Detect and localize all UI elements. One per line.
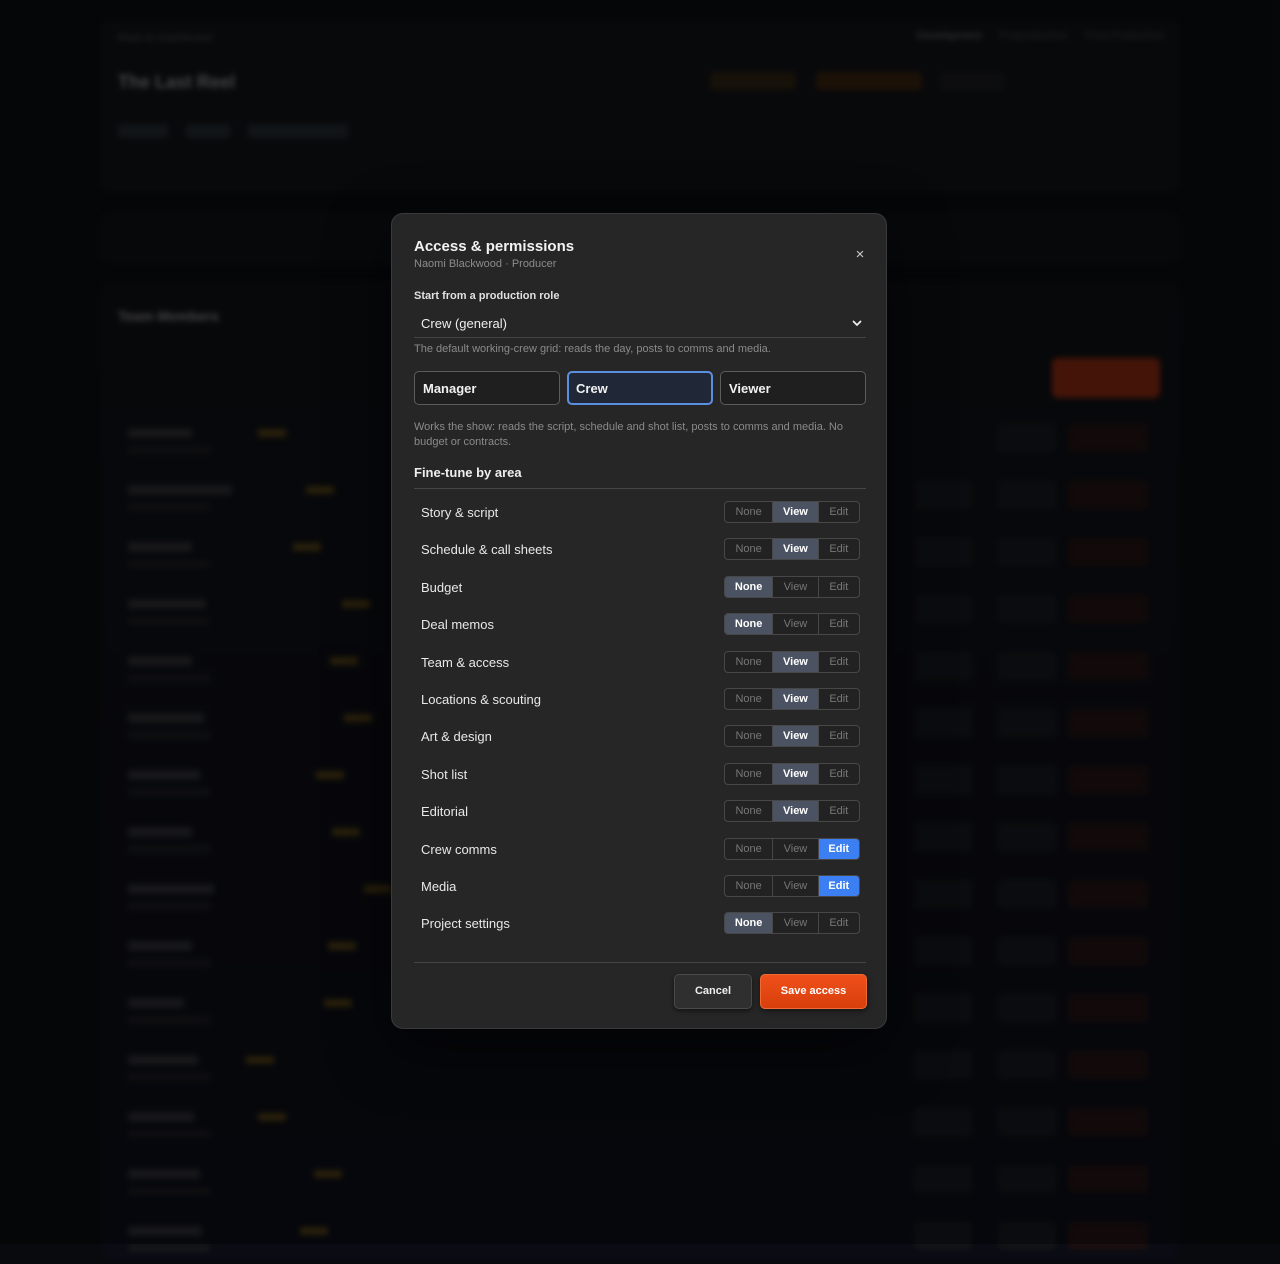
access-level-toggle: None View Edit: [724, 575, 860, 598]
level-option-edit[interactable]: Edit: [819, 652, 859, 672]
role-cards: Manager Crew Viewer: [414, 371, 866, 405]
role-hint: The default working-crew grid: reads the…: [414, 343, 771, 355]
divider: [414, 488, 866, 489]
role-card-viewer[interactable]: Viewer: [720, 371, 866, 405]
permission-row: Team & access None View Edit: [414, 650, 866, 675]
level-option-edit[interactable]: Edit: [819, 539, 859, 559]
access-level-toggle: None View Edit: [724, 538, 860, 561]
role-select[interactable]: Crew (general): [414, 310, 866, 338]
divider: [414, 962, 866, 963]
permission-row: Budget None View Edit: [414, 575, 866, 600]
role-select-value: Crew (general): [421, 316, 507, 331]
area-name: Media: [421, 879, 457, 894]
level-option-view[interactable]: View: [773, 539, 819, 560]
permission-row: Media None View Edit: [414, 875, 866, 899]
dialog-subtitle: Naomi Blackwood · Producer: [414, 258, 557, 270]
role-card-crew[interactable]: Crew: [567, 371, 713, 405]
level-option-view[interactable]: View: [773, 876, 819, 896]
level-option-none[interactable]: None: [725, 913, 774, 934]
level-option-view[interactable]: View: [773, 763, 819, 784]
permission-row: Project settings None View Edit: [414, 912, 866, 936]
access-level-toggle: None View Edit: [724, 501, 860, 523]
level-option-view[interactable]: View: [773, 726, 819, 747]
level-option-none[interactable]: None: [725, 726, 774, 747]
level-option-none[interactable]: None: [725, 502, 774, 522]
role-card-manager[interactable]: Manager: [414, 371, 560, 405]
cancel-button[interactable]: Cancel: [674, 974, 752, 1009]
level-option-none[interactable]: None: [725, 838, 774, 859]
permission-row: Shot list None View Edit: [414, 762, 866, 787]
level-option-view[interactable]: View: [773, 838, 819, 859]
area-name: Team & access: [421, 654, 510, 670]
permission-row: Schedule & call sheets None View Edit: [414, 538, 866, 562]
close-icon[interactable]: ×: [852, 247, 868, 263]
dialog-title: Access & permissions: [414, 238, 575, 255]
area-name: Project settings: [421, 916, 510, 932]
level-option-view[interactable]: View: [773, 614, 819, 635]
area-name: Story & script: [421, 505, 499, 520]
level-option-view[interactable]: View: [773, 689, 819, 709]
level-option-edit[interactable]: Edit: [819, 577, 859, 597]
access-permissions-dialog: Access & permissions Naomi Blackwood · P…: [391, 213, 887, 1029]
level-option-edit[interactable]: Edit: [819, 614, 859, 634]
access-level-toggle: None View Edit: [724, 837, 860, 860]
level-option-edit[interactable]: Edit: [819, 764, 859, 784]
access-level-toggle: None View Edit: [724, 912, 860, 935]
level-option-edit[interactable]: Edit: [818, 838, 859, 859]
level-option-edit[interactable]: Edit: [819, 801, 859, 821]
level-option-none[interactable]: None: [725, 539, 774, 560]
level-option-none[interactable]: None: [725, 763, 774, 784]
area-name: Locations & scouting: [421, 692, 541, 707]
permission-row: Crew comms None View Edit: [414, 837, 866, 862]
fine-tune-title: Fine-tune by area: [414, 465, 522, 480]
level-option-edit[interactable]: Edit: [819, 689, 859, 709]
level-option-none[interactable]: None: [725, 876, 774, 896]
access-level-toggle: None View Edit: [724, 800, 860, 823]
level-option-view[interactable]: View: [773, 502, 819, 522]
level-option-none[interactable]: None: [725, 651, 774, 672]
save-access-button[interactable]: Save access: [760, 974, 867, 1009]
permission-row: Editorial None View Edit: [414, 800, 866, 824]
role-description: Works the show: reads the script, schedu…: [414, 421, 843, 448]
level-option-view[interactable]: View: [773, 576, 819, 597]
area-name: Editorial: [421, 804, 468, 820]
level-option-view[interactable]: View: [773, 913, 819, 934]
level-option-edit[interactable]: Edit: [818, 876, 859, 896]
role-select-label: Start from a production role: [414, 290, 560, 302]
access-level-toggle: None View Edit: [724, 613, 860, 636]
access-level-toggle: None View Edit: [724, 725, 860, 748]
area-name: Crew comms: [421, 841, 497, 857]
area-name: Deal memos: [421, 617, 494, 633]
access-level-toggle: None View Edit: [724, 762, 860, 785]
area-name: Schedule & call sheets: [421, 542, 553, 558]
level-option-none[interactable]: None: [725, 576, 774, 597]
level-option-edit[interactable]: Edit: [819, 913, 859, 933]
access-level-toggle: None View Edit: [724, 688, 860, 710]
access-level-toggle: None View Edit: [724, 650, 860, 673]
permission-row: Story & script None View Edit: [414, 501, 866, 525]
area-name: Art & design: [421, 729, 492, 745]
level-option-none[interactable]: None: [725, 689, 774, 709]
level-option-view[interactable]: View: [773, 801, 819, 822]
level-option-none[interactable]: None: [725, 614, 774, 635]
access-level-toggle: None View Edit: [724, 875, 860, 897]
permission-row: Deal memos None View Edit: [414, 613, 866, 637]
permission-row: Locations & scouting None View Edit: [414, 688, 866, 712]
level-option-view[interactable]: View: [773, 651, 819, 672]
permission-row: Art & design None View Edit: [414, 725, 866, 749]
chevron-down-icon: [852, 320, 862, 326]
level-option-none[interactable]: None: [725, 801, 774, 822]
area-name: Shot list: [421, 766, 468, 782]
level-option-edit[interactable]: Edit: [819, 726, 859, 746]
level-option-edit[interactable]: Edit: [819, 502, 859, 522]
area-name: Budget: [421, 579, 463, 595]
